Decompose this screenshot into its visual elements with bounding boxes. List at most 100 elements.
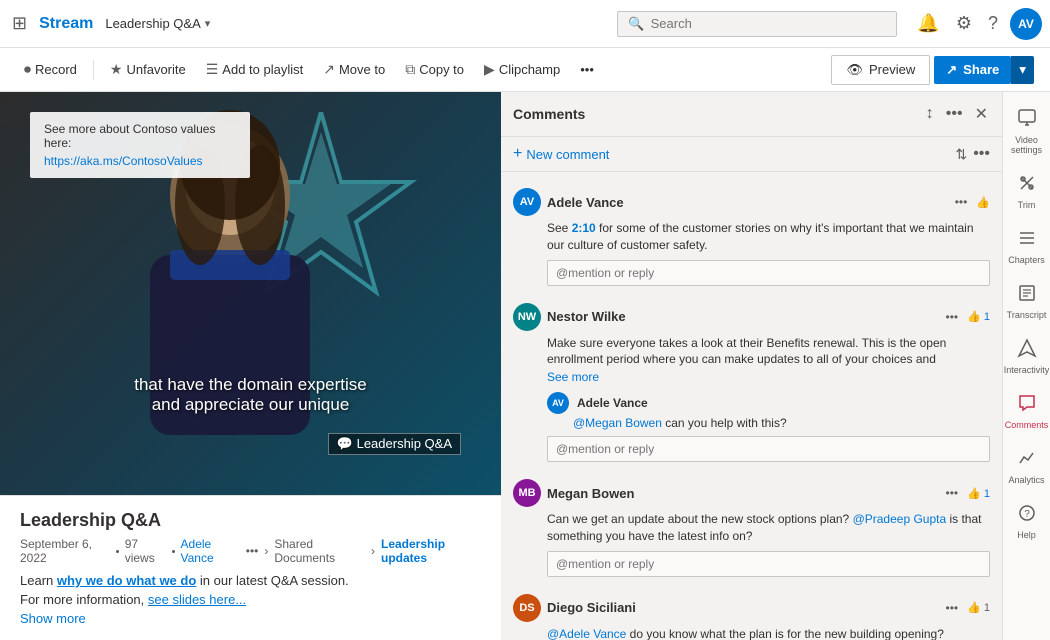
analytics-icon xyxy=(1017,448,1037,473)
video-date: September 6, 2022 xyxy=(20,537,110,565)
svg-text:?: ? xyxy=(1024,509,1030,520)
chapters-label: Chapters xyxy=(1008,255,1045,265)
help-panel-item[interactable]: ? Help xyxy=(1003,495,1050,548)
comments-panel-item[interactable]: Comments xyxy=(1003,385,1050,438)
reply-input[interactable] xyxy=(547,551,990,577)
sort-comments-button[interactable]: ↕ xyxy=(924,103,936,125)
comment-like: 👍 1 xyxy=(967,601,990,614)
video-author-link[interactable]: Adele Vance xyxy=(181,537,240,565)
app-name: Stream xyxy=(39,15,93,33)
shared-docs-link[interactable]: Shared Documents xyxy=(274,537,365,565)
video-area: See more about Contoso values here: http… xyxy=(0,92,501,640)
chapters-icon xyxy=(1017,228,1037,253)
reply-input[interactable] xyxy=(547,436,990,462)
desc-link[interactable]: why we do what we do xyxy=(57,573,196,588)
copy-to-button[interactable]: ⧉ Copy to xyxy=(397,55,472,84)
comments-icon xyxy=(1017,393,1037,418)
comment-more-button[interactable]: ••• xyxy=(943,485,962,501)
reply-input[interactable] xyxy=(547,260,990,286)
avatar[interactable]: AV xyxy=(1010,8,1042,40)
preview-icon: 👁 xyxy=(846,62,863,78)
notifications-icon[interactable]: 🔔 xyxy=(913,9,943,38)
trim-icon xyxy=(1017,173,1037,198)
comment-more-button[interactable]: ••• xyxy=(943,600,962,616)
close-comments-button[interactable]: ✕ xyxy=(973,102,990,126)
help-icon: ? xyxy=(1017,503,1037,528)
label-icon: 💬 xyxy=(337,436,357,451)
more-info: For more information, see slides here... xyxy=(20,592,481,607)
share-icon: ↗ xyxy=(946,62,957,78)
interactivity-icon xyxy=(1017,338,1037,363)
unfavorite-button[interactable]: ★ Unfavorite xyxy=(102,55,194,84)
share-dropdown-button[interactable]: ▾ xyxy=(1011,56,1034,84)
video-settings-panel-item[interactable]: Video settings xyxy=(1003,100,1050,163)
breadcrumb-title[interactable]: Leadership Q&A xyxy=(105,16,200,31)
comment-item: DS Diego Siciliani ••• 👍 1 @Adele Vance … xyxy=(501,585,1002,640)
comment-more-button[interactable]: ••• xyxy=(943,309,962,325)
avatar: NW xyxy=(513,303,541,331)
copy-icon: ⧉ xyxy=(405,61,415,78)
search-input[interactable] xyxy=(651,16,887,31)
nested-body: @Megan Bowen can you help with this? xyxy=(573,416,990,430)
video-settings-label: Video settings xyxy=(1007,135,1046,155)
video-tooltip: See more about Contoso values here: http… xyxy=(30,112,250,178)
share-button[interactable]: ↗ Share xyxy=(934,56,1011,84)
grid-icon[interactable]: ⊞ xyxy=(8,9,31,38)
star-icon: ★ xyxy=(110,61,123,78)
comment-item: AV Adele Vance ••• 👍 See 2:10 for some o… xyxy=(501,180,1002,294)
breadcrumb-chevron-icon[interactable]: ▾ xyxy=(205,17,211,30)
slides-link[interactable]: see slides here... xyxy=(148,592,246,607)
comment-body: See 2:10 for some of the customer storie… xyxy=(547,220,990,254)
video-settings-icon xyxy=(1017,108,1037,133)
video-views: 97 views xyxy=(125,537,166,565)
new-comment-row: + New comment ⇅ ••• xyxy=(501,137,1002,172)
mention: @Megan Bowen xyxy=(573,416,662,430)
nav-icons: 🔔 ⚙ ? AV xyxy=(913,8,1042,40)
panel-icons: Video settings Trim Chapters Transcript … xyxy=(1002,92,1050,640)
video-subtitle: that have the domain expertise and appre… xyxy=(134,375,366,415)
new-comment-button[interactable]: + New comment xyxy=(513,145,609,163)
comment-like: 👍 xyxy=(976,196,990,209)
analytics-panel-item[interactable]: Analytics xyxy=(1003,440,1050,493)
toolbar-separator xyxy=(93,60,94,80)
comment-body: Can we get an update about the new stock… xyxy=(547,511,990,545)
meta-more-icon[interactable]: ••• xyxy=(246,544,259,558)
video-meta: September 6, 2022 97 views Adele Vance •… xyxy=(20,537,481,565)
nested-author: Adele Vance xyxy=(577,396,648,410)
commenter-name: Diego Siciliani xyxy=(547,600,937,615)
chapters-panel-item[interactable]: Chapters xyxy=(1003,220,1050,273)
comments-title: Comments xyxy=(513,106,916,122)
comments-header: Comments ↕ ••• ✕ xyxy=(501,92,1002,137)
video-container[interactable]: See more about Contoso values here: http… xyxy=(0,92,501,495)
comments-list: AV Adele Vance ••• 👍 See 2:10 for some o… xyxy=(501,172,1002,640)
help-icon[interactable]: ? xyxy=(984,9,1002,38)
trim-panel-item[interactable]: Trim xyxy=(1003,165,1050,218)
breadcrumb-active[interactable]: Leadership updates xyxy=(381,537,481,565)
meta-dot1 xyxy=(116,550,119,553)
show-more-button[interactable]: Show more xyxy=(20,611,86,626)
avatar: DS xyxy=(513,594,541,622)
interactivity-panel-item[interactable]: Interactivity xyxy=(1003,330,1050,383)
comment-header: AV Adele Vance ••• 👍 xyxy=(513,188,990,216)
comment-more-button[interactable]: ••• xyxy=(952,194,971,210)
clipchamp-button[interactable]: ▶ Clipchamp xyxy=(476,55,568,84)
comment-like: 👍 1 xyxy=(967,487,990,500)
record-button[interactable]: ⏺ Record xyxy=(16,55,85,84)
commenter-name: Megan Bowen xyxy=(547,486,937,501)
timestamp-link[interactable]: 2:10 xyxy=(572,221,596,235)
move-to-button[interactable]: ↗ Move to xyxy=(315,55,393,84)
tooltip-link[interactable]: https://aka.ms/ContosoValues xyxy=(44,154,236,168)
preview-button[interactable]: 👁 Preview xyxy=(831,55,930,85)
filter-icon[interactable]: ⇅ xyxy=(955,146,967,163)
more-button[interactable]: ••• xyxy=(572,56,602,83)
main-content: See more about Contoso values here: http… xyxy=(0,92,1050,640)
more-options-button[interactable]: ••• xyxy=(973,145,990,163)
video-info: Leadership Q&A September 6, 2022 97 view… xyxy=(0,495,501,640)
settings-icon[interactable]: ⚙ xyxy=(952,9,976,38)
move-icon: ↗ xyxy=(323,61,335,78)
transcript-panel-item[interactable]: Transcript xyxy=(1003,275,1050,328)
more-comments-button[interactable]: ••• xyxy=(944,103,965,125)
see-more-button[interactable]: See more xyxy=(547,370,990,384)
add-to-playlist-button[interactable]: ☰ Add to playlist xyxy=(198,55,312,84)
video-frame: See more about Contoso values here: http… xyxy=(0,92,501,495)
